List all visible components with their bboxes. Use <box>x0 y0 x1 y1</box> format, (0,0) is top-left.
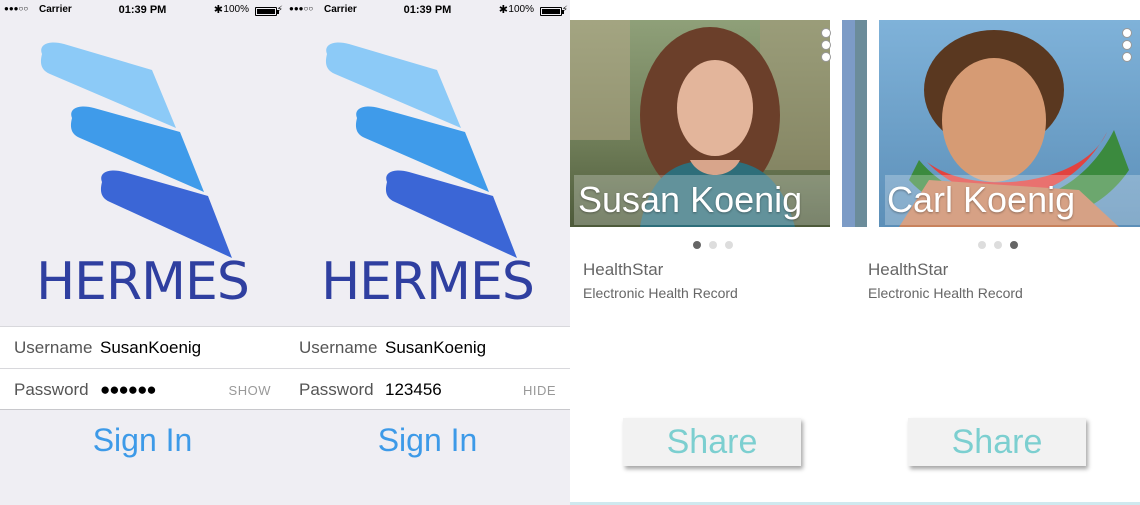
charging-icon: ⚡ <box>846 4 853 14</box>
share-button[interactable]: Share <box>908 418 1086 466</box>
password-field[interactable]: ●●●●●● <box>100 380 157 400</box>
sign-in-button[interactable]: Sign In <box>285 422 570 459</box>
more-options-icon[interactable] <box>1122 28 1136 64</box>
more-options-icon[interactable] <box>821 28 835 64</box>
app-name: HealthStar <box>583 260 664 279</box>
hermes-logo-icon <box>325 42 517 258</box>
status-bar: ●●●○○ Carrier 15:37 PM ✱ 100% ⚡ <box>570 0 855 20</box>
page-indicator <box>570 236 855 249</box>
bluetooth-icon: ✱ <box>213 4 223 16</box>
app-description: Electronic Health Record <box>583 285 738 301</box>
profile-carousel[interactable]: Susan Koenig <box>570 20 855 227</box>
page-dot[interactable] <box>708 241 717 249</box>
username-row[interactable]: Username SusanKoenig <box>285 327 570 368</box>
battery-percent: 100% <box>508 4 534 15</box>
charging-icon: ⚡ <box>1131 4 1138 14</box>
hermes-logo-icon <box>40 42 232 258</box>
page-dot[interactable] <box>724 241 733 249</box>
charging-icon: ⚡ <box>561 4 568 14</box>
charging-icon: ⚡ <box>276 4 283 14</box>
profile-name: Susan Koenig <box>578 179 803 220</box>
page-dot[interactable] <box>1009 241 1018 249</box>
page-dot[interactable] <box>977 241 986 249</box>
share-button[interactable]: Share <box>623 418 801 466</box>
battery-percent: 100% <box>223 4 249 15</box>
username-label: Username <box>299 338 378 357</box>
profile-name: Carl Koenig <box>887 179 1076 220</box>
profile-carousel[interactable]: Carl Koenig <box>855 20 1140 227</box>
status-bar: ●●●○○ Carrier 15:37 PM ✱ 100% ⚡ <box>855 0 1140 20</box>
battery-percent: 100% <box>1078 4 1104 15</box>
login-form: Username SusanKoenig Password ●●●●●● SHO… <box>0 326 285 410</box>
app-description: Electronic Health Record <box>868 285 1023 301</box>
battery-icon <box>255 7 279 16</box>
login-form: Username SusanKoenig Password 123456 HID… <box>285 326 570 410</box>
previous-card-peek[interactable] <box>855 20 867 227</box>
app-name: HealthStar <box>868 260 949 279</box>
password-row[interactable]: Password ●●●●●● SHOW <box>0 368 285 409</box>
username-label: Username <box>14 338 93 357</box>
profile-screen-2: Carl Koenig ●●●○○ Carrier 15:37 PM ✱ 100… <box>855 0 1140 505</box>
bluetooth-icon: ✱ <box>783 4 793 16</box>
brand-wordmark: HERMES <box>321 252 535 312</box>
username-field[interactable]: SusanKoenig <box>385 338 486 358</box>
sign-in-button[interactable]: Sign In <box>0 422 285 459</box>
show-password-button[interactable]: SHOW <box>229 383 271 398</box>
login-screen-1: ●●●○○ Carrier 01:39 PM ✱ 100% ⚡ HERMES U… <box>0 0 285 505</box>
bluetooth-icon: ✱ <box>498 4 508 16</box>
username-field[interactable]: SusanKoenig <box>100 338 201 358</box>
battery-icon <box>1110 7 1134 16</box>
password-label: Password <box>299 380 374 399</box>
battery-percent: 100% <box>793 4 819 15</box>
password-row[interactable]: Password 123456 HIDE <box>285 368 570 409</box>
battery-icon <box>825 7 849 16</box>
page-indicator <box>855 236 1140 249</box>
page-dot[interactable] <box>993 241 1002 249</box>
password-label: Password <box>14 380 89 399</box>
profile-screen-1: Susan Koenig ●●●○○ Carrier 15:37 PM ✱ 10… <box>570 0 855 505</box>
next-card-peek[interactable] <box>842 20 855 227</box>
username-row[interactable]: Username SusanKoenig <box>0 327 285 368</box>
battery-icon <box>540 7 564 16</box>
status-bar: ●●●○○ Carrier 01:39 PM ✱ 100% ⚡ <box>285 0 570 20</box>
bluetooth-icon: ✱ <box>1068 4 1078 16</box>
hide-password-button[interactable]: HIDE <box>523 383 556 398</box>
page-dot[interactable] <box>692 241 701 249</box>
status-bar: ●●●○○ Carrier 01:39 PM ✱ 100% ⚡ <box>0 0 285 20</box>
brand-wordmark: HERMES <box>36 252 250 312</box>
password-field[interactable]: 123456 <box>385 380 442 400</box>
login-screen-2: ●●●○○ Carrier 01:39 PM ✱ 100% ⚡ HERMES U… <box>285 0 570 505</box>
